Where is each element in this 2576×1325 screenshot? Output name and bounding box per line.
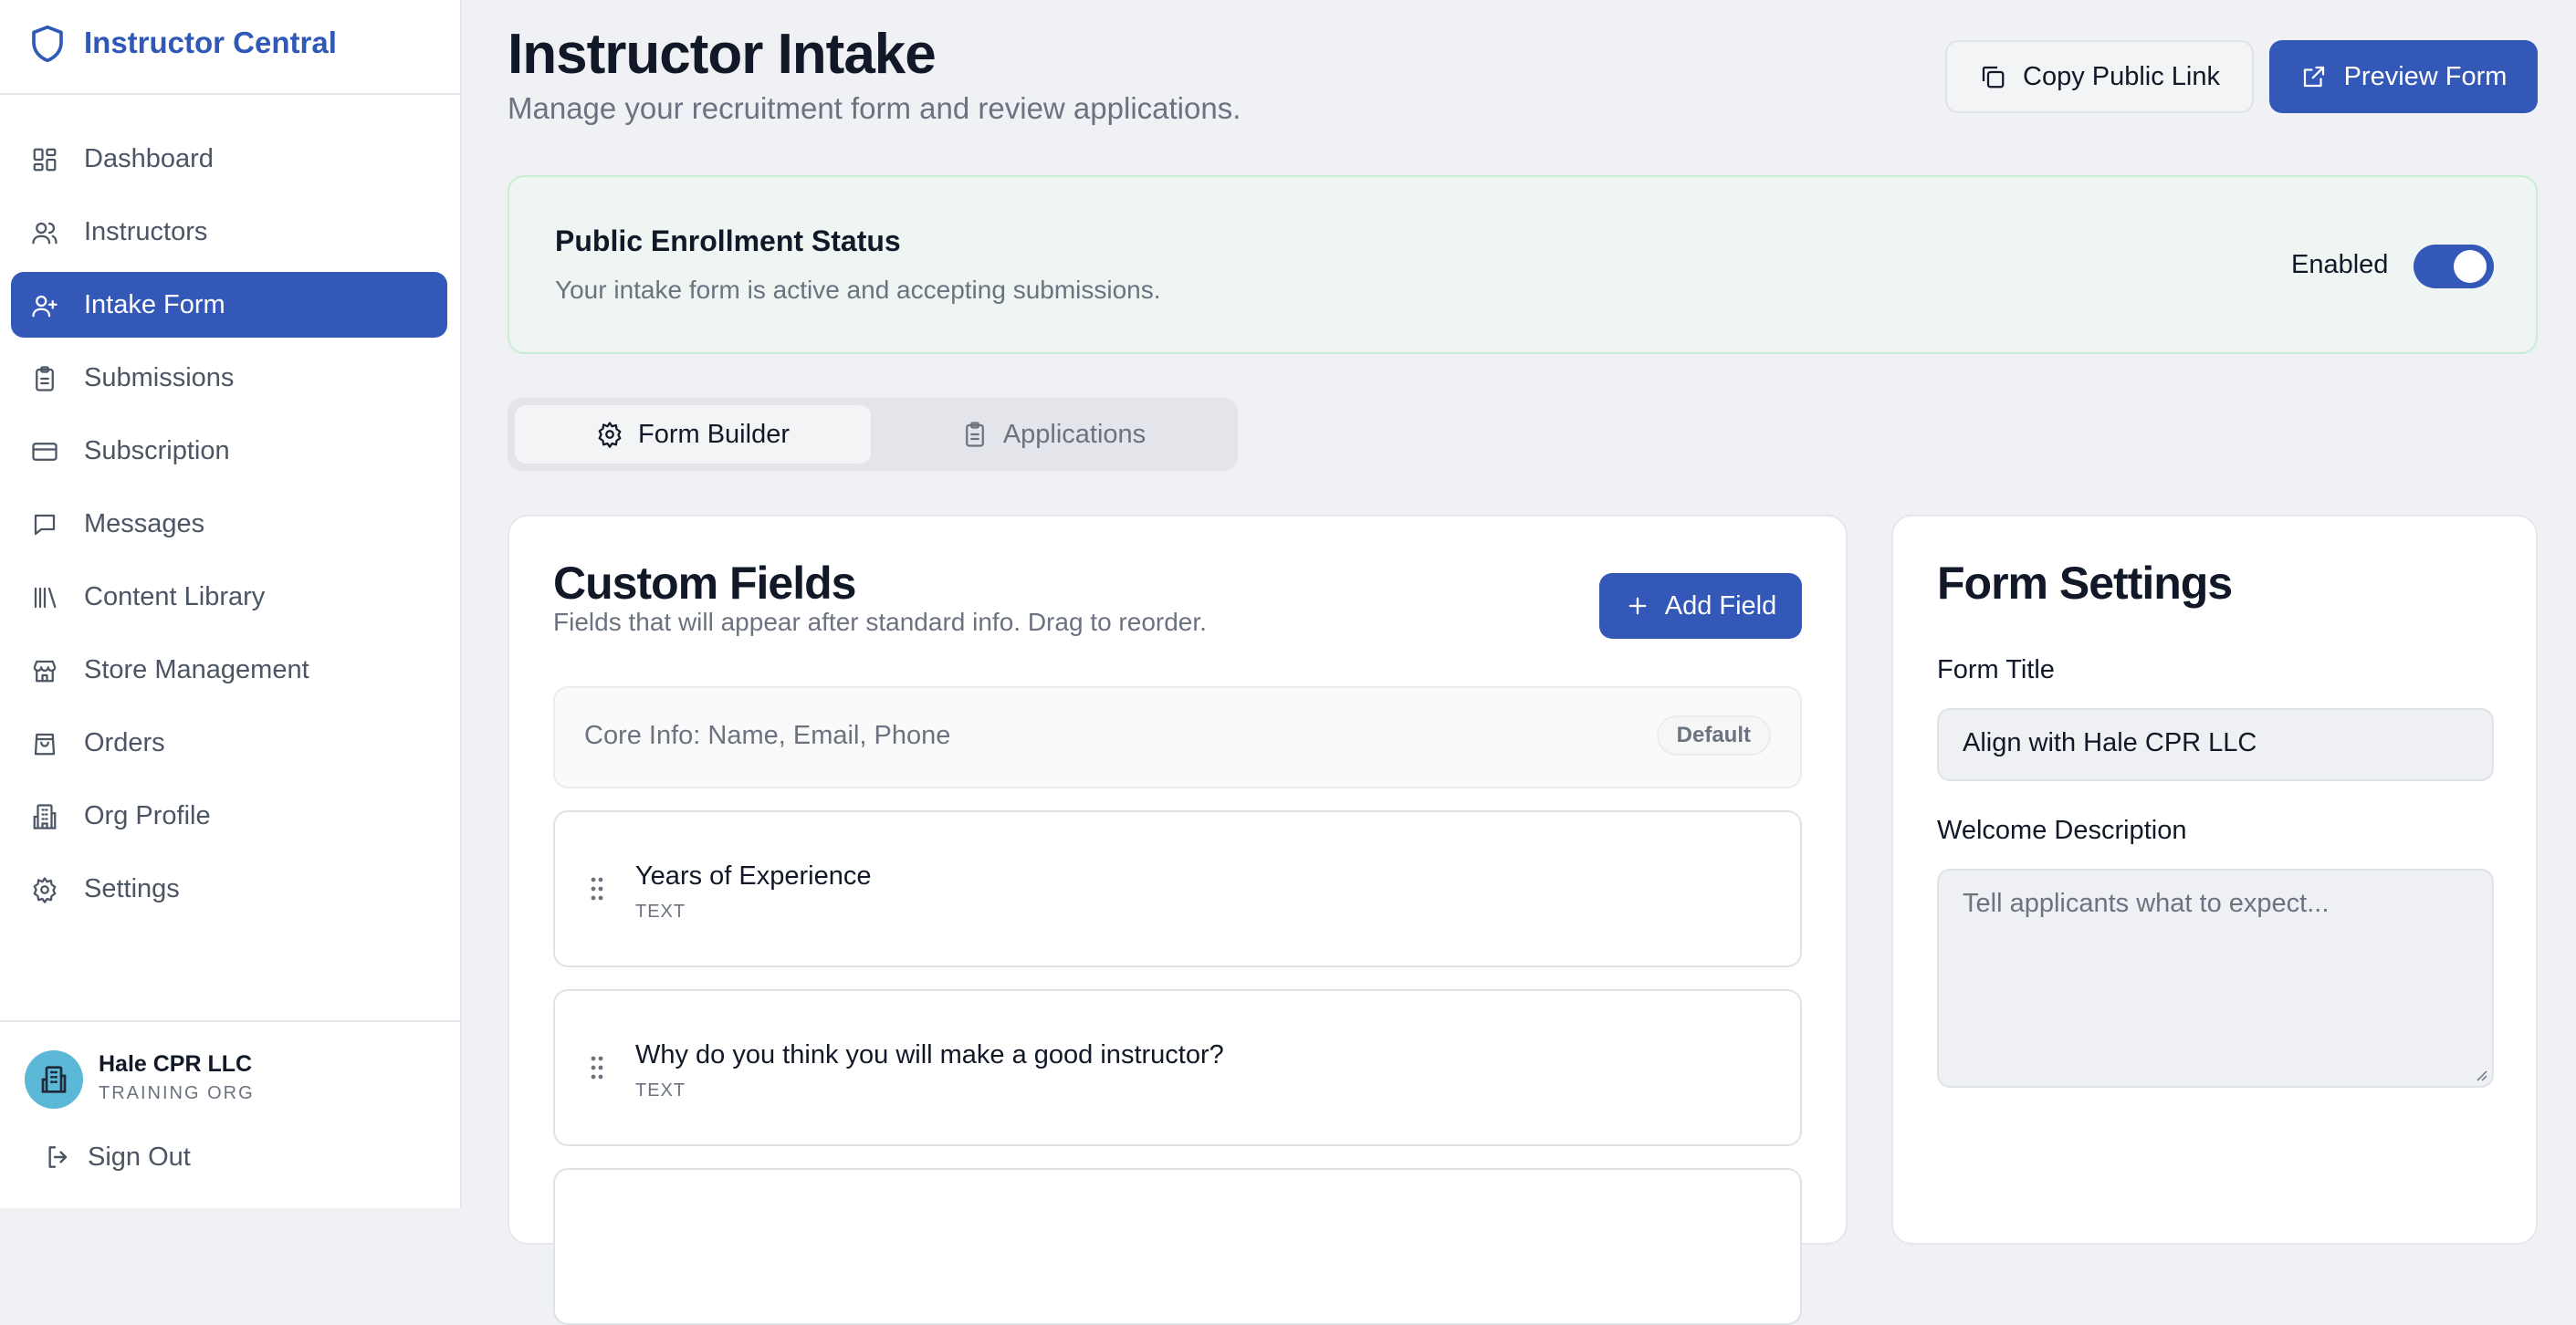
form-title-label: Form Title <box>1937 655 2055 684</box>
toggle-label: Enabled <box>2291 250 2389 279</box>
sidebar-item-orders[interactable]: Orders <box>11 710 447 776</box>
core-info-row: Core Info: Name, Email, Phone Default <box>553 686 1802 788</box>
form-settings-card: Form Settings Form Title Align with Hale… <box>1891 515 2538 1245</box>
sign-out-button[interactable]: Sign Out <box>44 1139 191 1175</box>
library-icon <box>34 587 57 609</box>
copy-public-link-button[interactable]: Copy Public Link <box>1945 40 2254 113</box>
sign-out-label: Sign Out <box>88 1142 191 1172</box>
add-field-button[interactable]: Add Field <box>1599 573 1802 639</box>
sidebar-item-label: Submissions <box>84 363 235 392</box>
sidebar-item-org-profile[interactable]: Org Profile <box>11 783 447 849</box>
preview-form-button[interactable]: Preview Form <box>2269 40 2538 113</box>
drag-handle-icon[interactable] <box>590 1055 604 1080</box>
shield-icon <box>32 25 63 63</box>
building-icon <box>41 1066 67 1093</box>
welcome-description-textarea[interactable]: Tell applicants what to expect... <box>1937 869 2494 1088</box>
sidebar-item-store-management[interactable]: Store Management <box>11 637 447 703</box>
org-type: TRAINING ORG <box>99 1083 255 1103</box>
enrollment-status-card: Public Enrollment Status Your intake for… <box>508 175 2538 354</box>
brand-header: Instructor Central <box>0 0 460 95</box>
field-row[interactable]: Why do you think you will make a good in… <box>553 989 1802 1146</box>
field-row[interactable] <box>553 1168 1802 1325</box>
welcome-description-placeholder: Tell applicants what to expect... <box>1963 889 2330 918</box>
view-tabs: Form Builder Applications <box>508 398 1238 471</box>
clipboard-icon <box>965 422 984 447</box>
custom-fields-card: Custom Fields Fields that will appear af… <box>508 515 1848 1325</box>
drag-handle-icon[interactable] <box>590 876 604 902</box>
sidebar-item-label: Dashboard <box>84 144 214 173</box>
page-title: Instructor Intake <box>508 23 937 86</box>
message-icon <box>34 514 56 536</box>
toggle-knob <box>2454 250 2487 283</box>
store-icon <box>33 660 57 683</box>
tab-label: Form Builder <box>638 419 790 449</box>
org-name: Hale CPR LLC <box>99 1051 253 1077</box>
field-type: TEXT <box>635 902 686 922</box>
gear-icon <box>33 877 57 903</box>
form-settings-title: Form Settings <box>1937 558 2233 609</box>
form-title-value: Align with Hale CPR LLC <box>1963 728 2257 757</box>
tab-form-builder[interactable]: Form Builder <box>515 405 871 464</box>
sidebar-item-subscription[interactable]: Subscription <box>11 418 447 484</box>
sidebar-item-messages[interactable]: Messages <box>11 491 447 557</box>
sidebar-nav: Dashboard Instructors Intake Form Submis… <box>11 126 447 929</box>
default-badge: Default <box>1656 715 1771 756</box>
form-title-input[interactable]: Align with Hale CPR LLC <box>1937 708 2494 781</box>
sidebar-item-label: Orders <box>84 728 165 757</box>
core-info-text: Core Info: Name, Email, Phone <box>584 721 951 750</box>
users-icon <box>32 222 58 245</box>
user-plus-icon <box>32 295 58 318</box>
field-type: TEXT <box>635 1080 686 1101</box>
sidebar-item-settings[interactable]: Settings <box>11 856 447 922</box>
status-title: Public Enrollment Status <box>555 224 901 257</box>
plus-icon <box>1628 597 1647 615</box>
field-label: Years of Experience <box>635 861 872 891</box>
status-description: Your intake form is active and accepting… <box>555 276 1161 304</box>
add-field-label: Add Field <box>1664 590 1777 621</box>
sidebar-item-label: Store Management <box>84 655 309 684</box>
resize-handle-icon[interactable] <box>2474 1068 2488 1082</box>
custom-fields-subtitle: Fields that will appear after standard i… <box>553 608 1207 636</box>
gear-icon <box>598 422 622 448</box>
copy-public-link-label: Copy Public Link <box>2023 61 2220 91</box>
field-label: Why do you think you will make a good in… <box>635 1040 1224 1069</box>
sidebar-item-instructors[interactable]: Instructors <box>11 199 447 265</box>
sidebar-item-label: Intake Form <box>84 290 225 319</box>
tab-applications[interactable]: Applications <box>876 405 1230 464</box>
clipboard-icon <box>36 366 54 391</box>
sidebar-item-label: Messages <box>84 509 205 538</box>
preview-form-label: Preview Form <box>2343 61 2508 91</box>
sidebar-item-label: Org Profile <box>84 801 211 830</box>
sidebar-item-dashboard[interactable]: Dashboard <box>11 126 447 192</box>
custom-fields-title: Custom Fields <box>553 558 856 609</box>
dashboard-icon <box>33 148 57 172</box>
log-out-icon <box>48 1146 68 1168</box>
page-subtitle: Manage your recruitment form and review … <box>508 91 1241 125</box>
sidebar-divider <box>0 1020 460 1022</box>
sidebar-item-label: Settings <box>84 874 180 903</box>
brand-name[interactable]: Instructor Central <box>84 26 337 60</box>
sidebar: Instructor Central Dashboard Instructors… <box>0 0 462 1208</box>
external-link-icon <box>2303 66 2324 88</box>
tab-label: Applications <box>1002 419 1147 449</box>
enrollment-toggle[interactable] <box>2414 245 2494 288</box>
sidebar-item-label: Instructors <box>84 217 208 246</box>
field-row[interactable]: Years of Experience TEXT <box>553 810 1802 967</box>
sidebar-item-submissions[interactable]: Submissions <box>11 345 447 411</box>
main-content: Instructor Intake Manage your recruitmen… <box>508 0 2538 1325</box>
sidebar-item-intake-form[interactable]: Intake Form <box>11 272 447 338</box>
sidebar-item-content-library[interactable]: Content Library <box>11 564 447 630</box>
credit-card-icon <box>32 443 58 461</box>
shopping-bag-icon <box>34 733 56 756</box>
welcome-description-label: Welcome Description <box>1937 816 2187 845</box>
building-icon <box>33 804 57 829</box>
copy-icon <box>1982 66 2005 89</box>
sidebar-item-label: Subscription <box>84 436 230 465</box>
avatar[interactable] <box>25 1050 83 1109</box>
sidebar-item-label: Content Library <box>84 582 266 611</box>
